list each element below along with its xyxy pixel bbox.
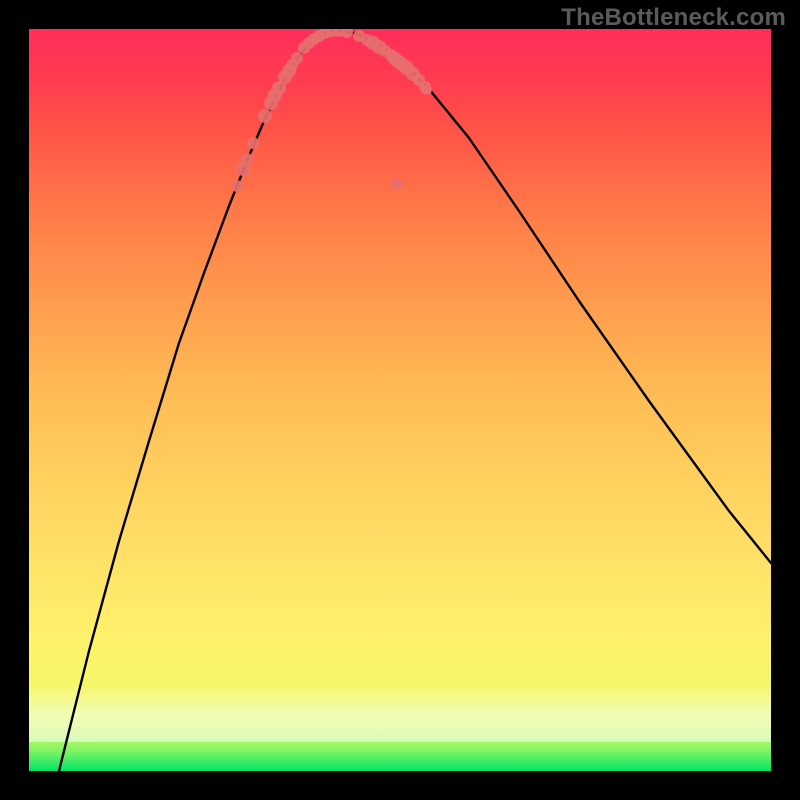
highlight-band — [29, 684, 771, 742]
watermark-text: TheBottleneck.com — [561, 4, 786, 32]
curve-layer — [29, 29, 771, 771]
chart-frame: TheBottleneck.com — [0, 0, 800, 800]
bottleneck-curve — [59, 31, 771, 771]
data-markers — [231, 29, 432, 192]
plot-area — [29, 29, 771, 771]
